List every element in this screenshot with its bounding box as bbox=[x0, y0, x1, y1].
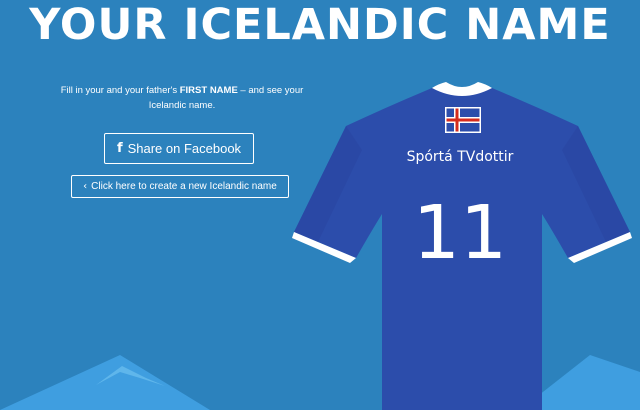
page: YOUR ICELANDIC NAME Fill in your and you… bbox=[0, 0, 640, 410]
player-number: 11 bbox=[412, 190, 508, 276]
iceland-flag-icon bbox=[445, 107, 481, 133]
flag-red-horizontal bbox=[446, 118, 480, 122]
player-name: Spórtá TVdottir bbox=[406, 149, 514, 165]
